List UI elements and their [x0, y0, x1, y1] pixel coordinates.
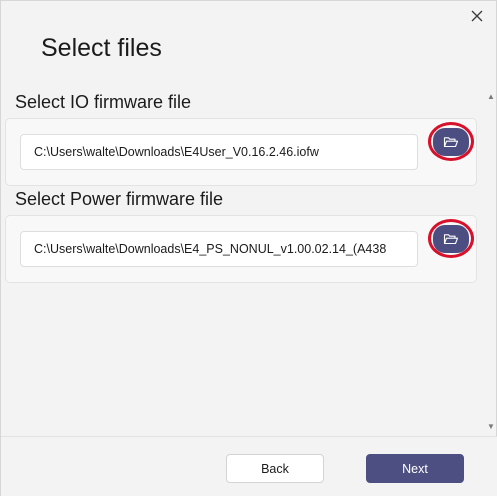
- io-firmware-path-field[interactable]: C:\Users\walte\Downloads\E4User_V0.16.2.…: [20, 134, 418, 170]
- page-title: Select files: [41, 34, 162, 62]
- power-firmware-browse-button[interactable]: [428, 219, 474, 258]
- folder-open-icon: [443, 233, 459, 244]
- io-firmware-card: C:\Users\walte\Downloads\E4User_V0.16.2.…: [5, 118, 477, 186]
- io-firmware-browse-button[interactable]: [428, 122, 474, 161]
- dialog-footer: Back Next: [1, 436, 497, 496]
- close-icon: [471, 10, 483, 22]
- select-files-dialog: Select files ▲ Select IO firmware file C…: [0, 0, 497, 496]
- io-firmware-heading: Select IO firmware file: [15, 92, 192, 112]
- next-button[interactable]: Next: [366, 454, 464, 483]
- folder-open-icon: [443, 136, 459, 147]
- scroll-up-arrow-icon[interactable]: ▲: [487, 92, 495, 101]
- scroll-down-arrow-icon[interactable]: ▼: [487, 422, 495, 431]
- back-button[interactable]: Back: [226, 454, 324, 483]
- power-firmware-heading: Select Power firmware file: [15, 189, 224, 209]
- power-firmware-card: C:\Users\walte\Downloads\E4_PS_NONUL_v1.…: [5, 215, 477, 283]
- close-button[interactable]: [465, 5, 489, 27]
- power-firmware-path-field[interactable]: C:\Users\walte\Downloads\E4_PS_NONUL_v1.…: [20, 231, 418, 267]
